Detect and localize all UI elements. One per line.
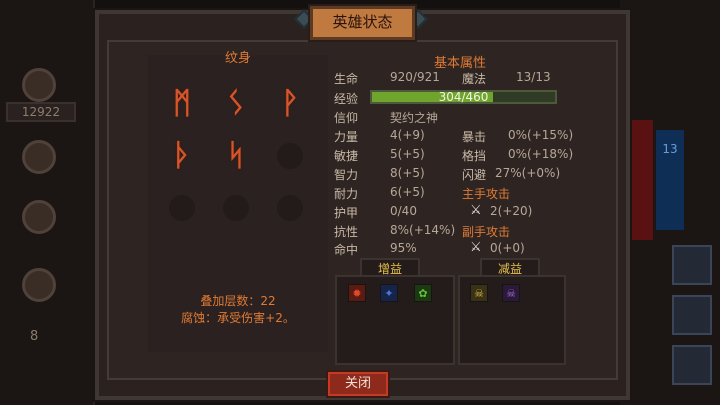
empty-rune-slot[interactable] [169, 195, 195, 221]
armor-value: 0/40 [390, 204, 417, 218]
offhand-label: 副手攻击 [462, 225, 511, 239]
gold-amount: 12922 [6, 102, 76, 122]
str-label: 力量 [334, 130, 359, 144]
crit-label: 暴击 [462, 130, 487, 144]
rune-slot[interactable]: ᛗ [162, 83, 202, 123]
left-hud: 12922 8 [0, 0, 95, 405]
xp-label: 经验 [334, 92, 359, 106]
mainhand-value: 2(+20) [490, 204, 533, 218]
empty-rune-slot[interactable] [277, 143, 303, 169]
sword-skill-icon[interactable] [22, 268, 56, 302]
dialog-title: 英雄状态 [310, 6, 415, 40]
resist-value: 8%(+14%) [390, 223, 456, 237]
stack-count: 叠加层数：22 [200, 294, 276, 308]
tattoo-panel: 纹身 ᛗ ᛊ ᚹ ᚦ ᛋ [148, 51, 328, 285]
xp-value: 304/460 [438, 90, 489, 104]
rune-slot[interactable]: ᚦ [162, 135, 202, 175]
offhand-value: 0(+0) [490, 241, 525, 255]
green-blob-icon[interactable]: ✿ [414, 284, 432, 302]
coin-icon [22, 68, 56, 102]
yellow-skull-icon[interactable]: ☠ [470, 284, 488, 302]
skill-slot-icon[interactable] [22, 140, 56, 174]
corrosion-effect: 腐蚀：承受伤害+2。 [181, 311, 295, 325]
tattoo-title: 纹身 [224, 51, 251, 66]
block-value: 0%(+18%) [508, 147, 574, 161]
mp-label: 魔法 [462, 72, 487, 86]
str-value: 4(+9) [390, 128, 425, 142]
rune-slot[interactable]: ᚹ [270, 83, 310, 123]
purple-skull-icon[interactable]: ☠ [502, 284, 520, 302]
clover-icon[interactable] [672, 295, 712, 335]
dodge-value: 27%(+0%) [495, 166, 561, 180]
tattoo-effects: 叠加层数：22 腐蚀：承受伤害+2。 [148, 262, 328, 352]
mainhand-label: 主手攻击 [462, 187, 511, 201]
sword-icon: ⚔ [470, 203, 482, 218]
close-button[interactable]: 关闭 [328, 372, 388, 396]
crystal-icon[interactable] [672, 245, 712, 285]
attributes-title: 基本属性 [433, 56, 486, 71]
agi-label: 敏捷 [334, 149, 359, 163]
hp-label: 生命 [334, 72, 359, 86]
side-counter: 8 [30, 329, 39, 344]
dodge-label: 闪避 [462, 168, 487, 182]
int-label: 智力 [334, 168, 359, 182]
int-value: 8(+5) [390, 166, 425, 180]
block-label: 格挡 [462, 149, 487, 163]
hp-value: 920/921 [390, 70, 440, 84]
empty-rune-slot[interactable] [223, 195, 249, 221]
skill-slot-icon[interactable] [22, 200, 56, 234]
empty-rune-slot[interactable] [277, 195, 303, 221]
armor-label: 护甲 [334, 206, 359, 220]
mana-orb: 13 [656, 130, 684, 230]
xp-bar: 304/460 [370, 90, 557, 104]
crit-value: 0%(+15%) [508, 128, 574, 142]
sta-label: 耐力 [334, 187, 359, 201]
faith-label: 信仰 [334, 111, 359, 125]
rune-slot[interactable]: ᛊ [216, 83, 256, 123]
agi-value: 5(+5) [390, 147, 425, 161]
sword-icon: ⚔ [470, 240, 482, 255]
hit-value: 95% [390, 241, 417, 255]
mp-value: 13/13 [516, 70, 551, 84]
blue-beetle-icon[interactable]: ✦ [380, 284, 398, 302]
red-spider-icon[interactable]: ✹ [348, 284, 366, 302]
sta-value: 6(+5) [390, 185, 425, 199]
hit-label: 命中 [334, 243, 359, 257]
resist-label: 抗性 [334, 225, 359, 239]
faith-value: 契约之神 [390, 111, 439, 125]
rune-slot[interactable]: ᛋ [216, 135, 256, 175]
map-icon[interactable] [672, 345, 712, 385]
